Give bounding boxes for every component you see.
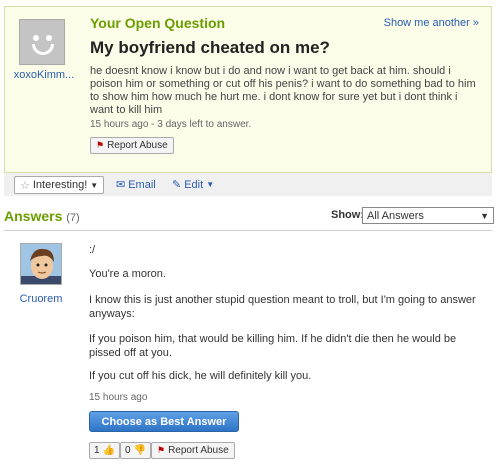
thumbs-down-button[interactable]: 0 👎 xyxy=(120,442,152,459)
email-link[interactable]: ✉ Email xyxy=(116,178,156,192)
envelope-icon: ✉ xyxy=(116,179,126,191)
report-abuse-button[interactable]: ⚑ Report Abuse xyxy=(90,137,174,154)
answers-count: (7) xyxy=(66,212,80,224)
answers-label: Answers xyxy=(4,208,63,224)
answer-text-line: If you poison him, that would be killing… xyxy=(89,333,457,359)
show-filter-label: Show: xyxy=(331,209,364,221)
edit-label: Edit xyxy=(184,178,204,191)
section-label: Your Open Question xyxy=(90,15,226,31)
answer-text-line: If you cut off his dick, he will definit… xyxy=(89,370,312,382)
interesting-button[interactable]: ☆ Interesting! ▼ xyxy=(14,176,105,194)
thumbs-down-icon: 👎 xyxy=(133,445,147,456)
answer-text-line: I know this is just another stupid quest… xyxy=(89,294,476,320)
flag-icon: ⚑ xyxy=(96,140,105,150)
chevron-down-icon: ▼ xyxy=(480,211,489,221)
avatar-eye xyxy=(33,35,39,41)
answer-text-line: You're a moron. xyxy=(89,268,166,280)
asker-name-link[interactable]: xoxoKimm... xyxy=(11,69,77,81)
email-label: Email xyxy=(128,178,156,191)
thumbs-up-icon: 👍 xyxy=(102,445,116,456)
cartoon-face-icon xyxy=(21,244,61,284)
question-title: My boyfriend cheated on me? xyxy=(90,38,330,57)
avatar-smile xyxy=(32,44,54,55)
divider xyxy=(4,230,492,231)
answerer-avatar[interactable] xyxy=(20,243,62,285)
thumbs-up-count: 1 xyxy=(94,445,100,456)
thumbs-up-button[interactable]: 1 👍 xyxy=(89,442,121,459)
answers-filter-select[interactable]: All Answers ▼ xyxy=(362,207,494,224)
answer-timestamp: 15 hours ago xyxy=(89,392,148,403)
show-another-link[interactable]: Show me another » xyxy=(384,17,479,29)
question-panel: xoxoKimm... Your Open Question Show me a… xyxy=(4,6,492,196)
answers-heading: Answers (7) xyxy=(4,208,80,224)
interesting-label: Interesting! xyxy=(32,179,88,191)
chevron-down-icon: ▼ xyxy=(90,180,99,190)
star-icon: ☆ xyxy=(20,179,30,192)
report-abuse-label: Report Abuse xyxy=(168,445,229,456)
answers-filter-value: All Answers xyxy=(367,209,424,222)
question-body: he doesnt know i know but i do and now i… xyxy=(90,65,476,116)
thumbs-down-count: 0 xyxy=(125,445,131,456)
question-action-bar: ☆ Interesting! ▼ ✉ Email ✎ Edit ▼ xyxy=(4,172,492,196)
question-timestamp: 15 hours ago - 3 days left to answer. xyxy=(90,119,252,130)
answerer-name-link[interactable]: Cruorem xyxy=(10,293,72,305)
answer-text-line: :/ xyxy=(89,244,96,256)
chevron-down-icon: ▼ xyxy=(206,180,215,189)
edit-link[interactable]: ✎ Edit ▼ xyxy=(172,178,215,192)
report-abuse-label: Report Abuse xyxy=(107,140,168,151)
report-abuse-button[interactable]: ⚑ Report Abuse xyxy=(151,442,235,459)
asker-avatar[interactable] xyxy=(19,19,65,65)
flag-icon: ⚑ xyxy=(157,445,166,455)
avatar-eye xyxy=(46,35,52,41)
pencil-icon: ✎ xyxy=(172,179,182,191)
choose-best-answer-button[interactable]: Choose as Best Answer xyxy=(89,411,239,432)
